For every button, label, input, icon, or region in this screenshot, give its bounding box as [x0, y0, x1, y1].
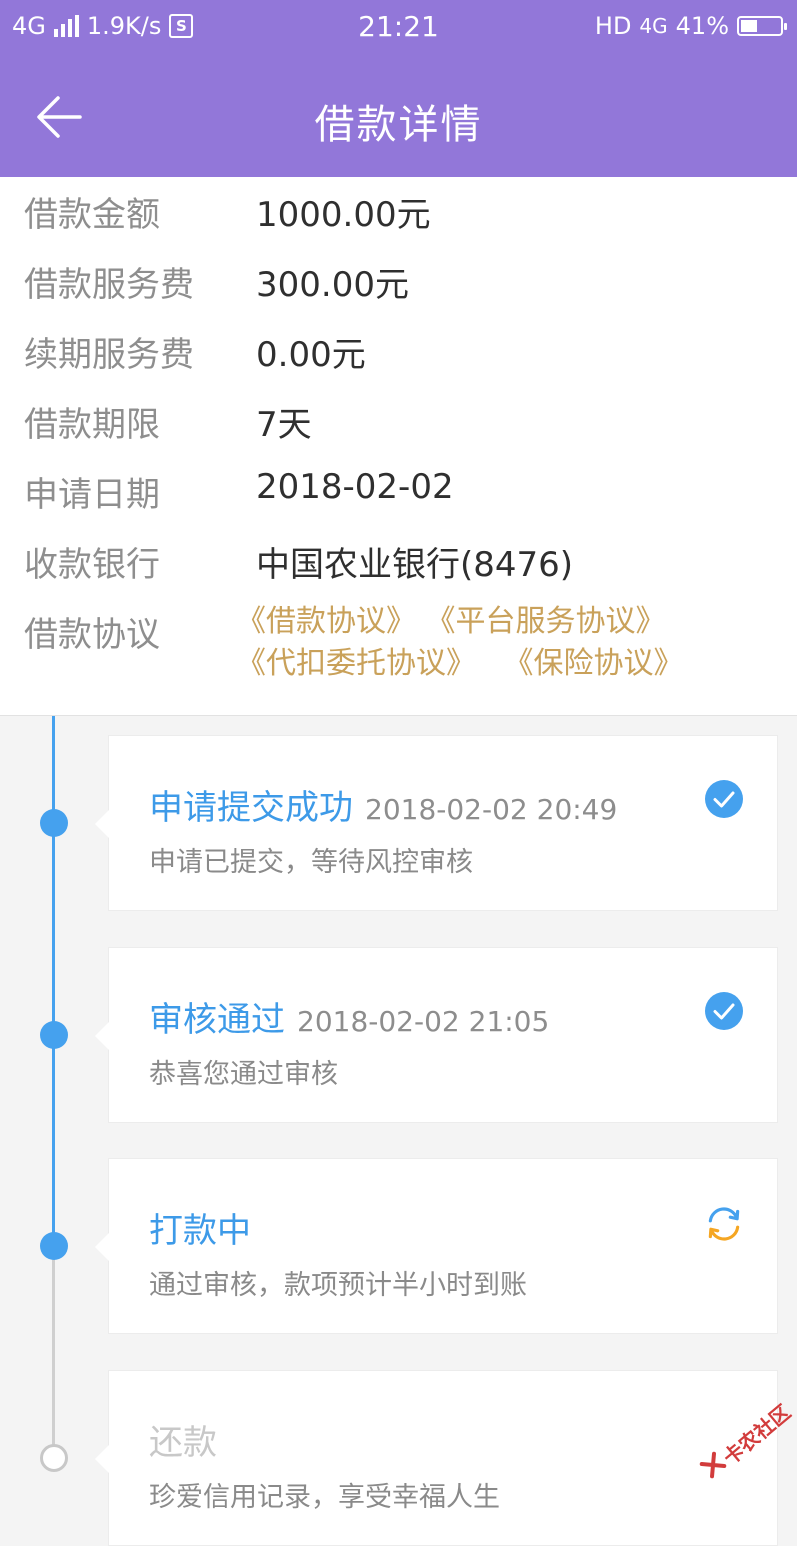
detail-label: 借款期限: [24, 405, 160, 445]
detail-value: 0.00元: [256, 335, 366, 375]
watermark-text: 卡农社区: [718, 1399, 796, 1470]
detail-row-renewal-fee: 续期服务费 0.00元: [0, 327, 797, 387]
withholding-agreement-link[interactable]: 《代扣委托协议》: [236, 646, 476, 681]
step-description: 申请已提交，等待风控审核: [149, 847, 473, 878]
timeline-step-submitted: 申请提交成功 2018-02-02 20:49 申请已提交，等待风控审核: [95, 735, 778, 911]
timeline-step-disbursing: 打款中 通过审核，款项预计半小时到账: [95, 1158, 778, 1334]
detail-label: 续期服务费: [24, 335, 194, 375]
detail-label: 收款银行: [24, 545, 160, 585]
step-description: 恭喜您通过审核: [149, 1059, 338, 1090]
detail-row-service-fee: 借款服务费 300.00元: [0, 257, 797, 317]
timeline-step-repayment: 还款 珍爱信用记录，享受幸福人生: [95, 1370, 778, 1546]
battery-icon: [737, 16, 787, 36]
step-title: 审核通过: [149, 1000, 285, 1040]
status-bar: 4G 1.9K/s S 21:21 HD 4G 41%: [0, 0, 797, 56]
step-title: 打款中: [149, 1211, 251, 1251]
detail-row-term: 借款期限 7天: [0, 397, 797, 457]
network-type-right: 4G: [639, 14, 668, 38]
detail-row-amount: 借款金额 1000.00元: [0, 187, 797, 247]
timeline-dot: [40, 1232, 68, 1260]
detail-row-bank: 收款银行 中国农业银行(8476): [0, 537, 797, 597]
step-title: 申请提交成功: [149, 788, 353, 828]
step-description: 珍爱信用记录，享受幸福人生: [149, 1482, 500, 1513]
detail-label: 申请日期: [24, 475, 160, 515]
detail-value: 300.00元: [256, 265, 409, 305]
insurance-agreement-link[interactable]: 《保险协议》: [504, 646, 684, 681]
timeline-step-approved: 审核通过 2018-02-02 21:05 恭喜您通过审核: [95, 947, 778, 1123]
loan-agreement-link[interactable]: 《借款协议》: [236, 604, 416, 639]
timeline-dot: [40, 809, 68, 837]
timeline-dot: [40, 1021, 68, 1049]
loan-details: 借款金额 1000.00元 借款服务费 300.00元 续期服务费 0.00元 …: [0, 177, 797, 716]
detail-value: 中国农业银行(8476): [256, 545, 574, 585]
step-title: 还款: [149, 1423, 217, 1463]
platform-service-agreement-link[interactable]: 《平台服务协议》: [426, 604, 666, 639]
status-right: HD 4G 41%: [594, 12, 787, 40]
detail-row-apply-date: 申请日期 2018-02-02: [0, 467, 797, 527]
step-time: 2018-02-02 21:05: [297, 1005, 550, 1038]
hd-indicator: HD: [594, 12, 632, 40]
detail-value: 7天: [256, 405, 312, 445]
timeline-line-completed: [52, 716, 55, 1246]
detail-value: 2018-02-02: [256, 467, 454, 507]
refresh-icon: [708, 1207, 740, 1241]
detail-label: 借款金额: [24, 195, 160, 235]
title-bar: 借款详情: [0, 56, 797, 177]
timeline-dot-pending: [40, 1444, 68, 1472]
step-time: 2018-02-02 20:49: [365, 793, 618, 826]
check-circle-icon: [705, 992, 743, 1030]
battery-percent: 41%: [675, 12, 729, 40]
step-description: 通过审核，款项预计半小时到账: [149, 1270, 527, 1301]
check-circle-icon: [705, 780, 743, 818]
timeline-line-pending: [52, 1246, 55, 1446]
detail-value: 1000.00元: [256, 195, 431, 235]
detail-label: 借款协议: [24, 615, 160, 655]
page-title: 借款详情: [314, 102, 483, 148]
detail-label: 借款服务费: [24, 265, 194, 305]
agreement-links: 《借款协议》 《平台服务协议》 《代扣委托协议》 《保险协议》: [236, 601, 776, 685]
